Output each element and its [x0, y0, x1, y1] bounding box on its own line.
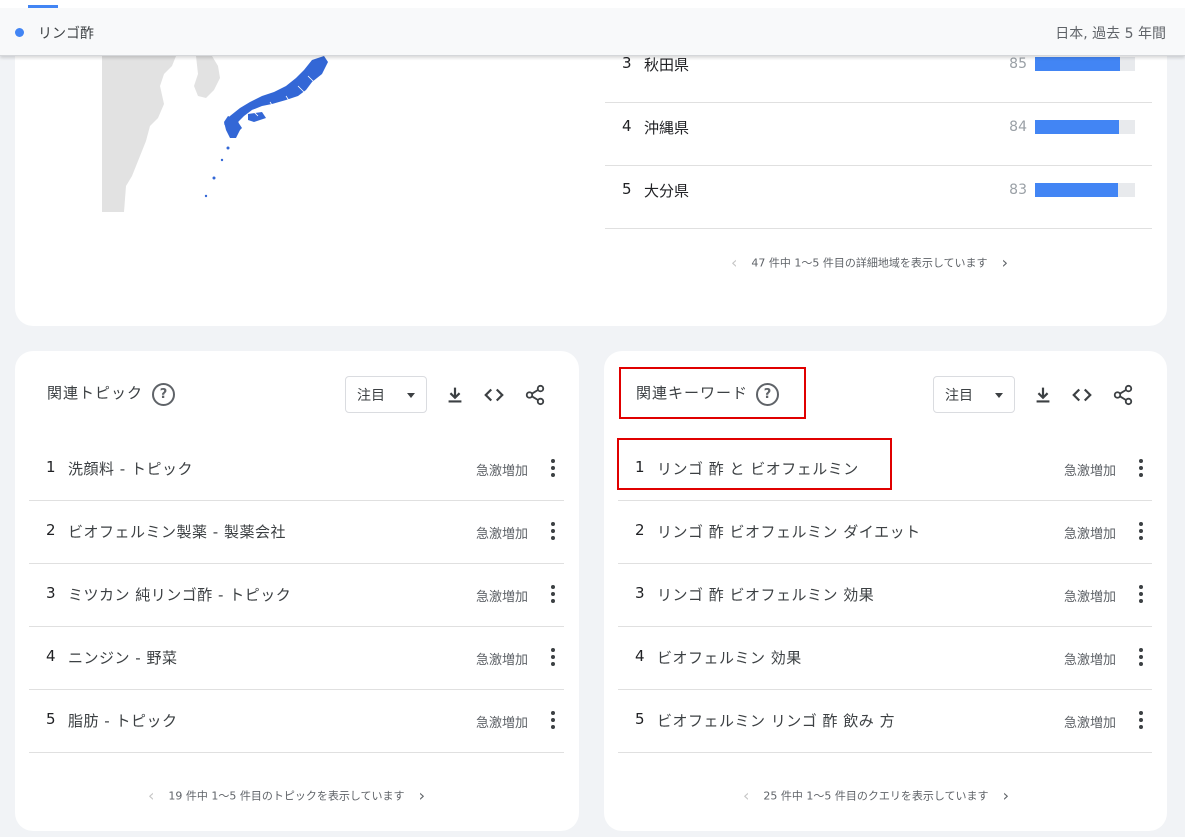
- rank-number: 1: [46, 458, 56, 476]
- filter-select[interactable]: 注目: [345, 376, 427, 413]
- caret-down-icon: [407, 393, 415, 398]
- status-badge: 急激増加: [1064, 527, 1117, 542]
- topic-text: ミツカン 純リンゴ酢 - トピック: [68, 586, 292, 604]
- filter-select-value: 注目: [357, 388, 385, 404]
- query-text: リンゴ 酢 ビオフェルミン 効果: [657, 586, 875, 604]
- region-value: 84: [1009, 119, 1027, 135]
- status-badge: 急激増加: [1064, 653, 1117, 668]
- status-badge: 急激増加: [1064, 590, 1117, 605]
- region-name: 大分県: [644, 182, 690, 200]
- help-icon[interactable]: ?: [152, 383, 175, 406]
- region-value: 85: [1009, 56, 1027, 72]
- list-item[interactable]: 5 ビオフェルミン リンゴ 酢 飲み 方 急激増加: [618, 690, 1152, 753]
- more-vert-icon[interactable]: [1139, 648, 1143, 669]
- list-item[interactable]: 3 リンゴ 酢 ビオフェルミン 効果 急激増加: [618, 564, 1152, 627]
- status-badge: 急激増加: [476, 653, 529, 668]
- chevron-left-icon[interactable]: ‹: [743, 786, 749, 805]
- rank-number: 3: [635, 584, 645, 602]
- more-vert-icon[interactable]: [551, 711, 555, 732]
- region-time-range: 日本, 過去 5 年間: [1055, 26, 1166, 42]
- region-bar: [1035, 183, 1135, 197]
- region-bar-fill: [1035, 183, 1118, 197]
- rank-number: 4: [635, 647, 645, 665]
- share-icon[interactable]: [524, 384, 546, 406]
- topics-pager: ‹ 19 件中 1〜5 件目のトピックを表示しています ›: [148, 786, 425, 805]
- rank-number: 2: [46, 521, 56, 539]
- series-color-dot: [15, 28, 24, 37]
- topic-text: 脂肪 - トピック: [68, 712, 178, 730]
- japan-map: [102, 56, 328, 212]
- filter-select-value: 注目: [945, 388, 973, 404]
- rank-number: 5: [46, 710, 56, 728]
- list-item[interactable]: 2 ビオフェルミン製薬 - 製薬会社 急激増加: [29, 501, 564, 564]
- filter-select[interactable]: 注目: [933, 376, 1015, 413]
- pager-text: 47 件中 1〜5 件目の詳細地域を表示しています: [751, 256, 988, 270]
- chevron-right-icon[interactable]: ›: [1002, 253, 1008, 272]
- region-value: 83: [1009, 182, 1027, 198]
- region-row[interactable]: 5 大分県 83: [605, 166, 1152, 229]
- active-tab-indicator: [28, 5, 58, 8]
- card-title: 関連トピック: [47, 384, 144, 402]
- query-text: ビオフェルミン リンゴ 酢 飲み 方: [657, 712, 896, 730]
- more-vert-icon[interactable]: [1139, 585, 1143, 606]
- pager-text: 25 件中 1〜5 件目のクエリを表示しています: [763, 789, 989, 803]
- rank-number: 3: [622, 54, 632, 72]
- status-badge: 急激増加: [1064, 464, 1117, 479]
- rank-number: 3: [46, 584, 56, 602]
- highlight-box-first-query: [617, 438, 892, 490]
- region-name: 沖縄県: [644, 119, 690, 137]
- status-badge: 急激増加: [476, 527, 529, 542]
- region-row[interactable]: 4 沖縄県 84: [605, 103, 1152, 166]
- more-vert-icon[interactable]: [1139, 459, 1143, 480]
- more-vert-icon[interactable]: [551, 522, 555, 543]
- chevron-left-icon[interactable]: ‹: [731, 253, 737, 272]
- embed-code-icon[interactable]: [483, 384, 505, 406]
- list-item[interactable]: 4 ビオフェルミン 効果 急激増加: [618, 627, 1152, 690]
- more-vert-icon[interactable]: [551, 585, 555, 606]
- rank-number: 2: [635, 521, 645, 539]
- region-bar: [1035, 120, 1135, 134]
- more-vert-icon[interactable]: [1139, 711, 1143, 732]
- status-badge: 急激増加: [476, 590, 529, 605]
- rank-number: 4: [622, 117, 632, 135]
- topic-text: ニンジン - 野菜: [68, 649, 178, 667]
- pager-text: 19 件中 1〜5 件目のトピックを表示しています: [168, 789, 405, 803]
- status-badge: 急激増加: [476, 716, 529, 731]
- more-vert-icon[interactable]: [551, 648, 555, 669]
- region-name: 秋田県: [644, 56, 690, 74]
- list-item[interactable]: 2 リンゴ 酢 ビオフェルミン ダイエット 急激増加: [618, 501, 1152, 564]
- topic-text: 洗顔料 - トピック: [68, 460, 193, 478]
- chevron-left-icon[interactable]: ‹: [148, 786, 154, 805]
- caret-down-icon: [995, 393, 1003, 398]
- more-vert-icon[interactable]: [1139, 522, 1143, 543]
- more-vert-icon[interactable]: [551, 459, 555, 480]
- chevron-right-icon[interactable]: ›: [419, 786, 425, 805]
- rank-number: 5: [622, 180, 632, 198]
- list-item[interactable]: 3 ミツカン 純リンゴ酢 - トピック 急激増加: [29, 564, 564, 627]
- status-badge: 急激増加: [476, 464, 529, 479]
- search-term-header: リンゴ酢 日本, 過去 5 年間: [0, 8, 1185, 56]
- region-bar-fill: [1035, 120, 1119, 134]
- region-pager: ‹ 47 件中 1〜5 件目の詳細地域を表示しています ›: [731, 253, 1008, 272]
- share-icon[interactable]: [1112, 384, 1134, 406]
- region-bar: [1035, 57, 1135, 71]
- rank-number: 4: [46, 647, 56, 665]
- download-icon[interactable]: [1032, 384, 1054, 406]
- query-text: ビオフェルミン 効果: [657, 649, 802, 667]
- embed-code-icon[interactable]: [1071, 384, 1093, 406]
- highlight-box-title: [619, 367, 806, 419]
- rank-number: 5: [635, 710, 645, 728]
- search-term: リンゴ酢: [38, 26, 94, 42]
- region-bar-fill: [1035, 57, 1120, 71]
- query-text: リンゴ 酢 ビオフェルミン ダイエット: [657, 523, 921, 541]
- chevron-right-icon[interactable]: ›: [1003, 786, 1009, 805]
- list-item[interactable]: 5 脂肪 - トピック 急激増加: [29, 690, 564, 753]
- list-item[interactable]: 1 洗顔料 - トピック 急激増加: [29, 438, 564, 501]
- list-item[interactable]: 4 ニンジン - 野菜 急激増加: [29, 627, 564, 690]
- queries-pager: ‹ 25 件中 1〜5 件目のクエリを表示しています ›: [743, 786, 1009, 805]
- download-icon[interactable]: [444, 384, 466, 406]
- topic-text: ビオフェルミン製薬 - 製薬会社: [68, 523, 286, 541]
- status-badge: 急激増加: [1064, 716, 1117, 731]
